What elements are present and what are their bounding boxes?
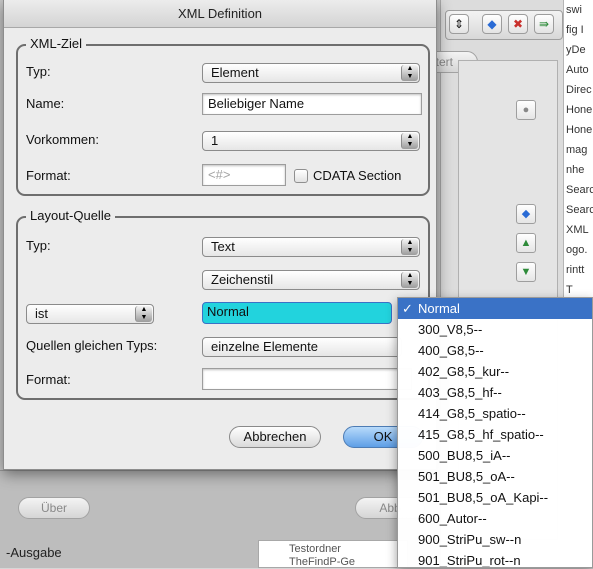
- popup-arrows-icon: ▲ ▼: [401, 133, 418, 149]
- dialog-title: XML Definition: [4, 0, 436, 28]
- dot-icon[interactable]: ●: [516, 100, 536, 120]
- menu-item-label: Normal: [418, 301, 460, 316]
- xml-ziel-title: XML-Ziel: [26, 36, 87, 51]
- menu-item-label: 400_G8,5--: [418, 343, 484, 358]
- cdata-label: CDATA Section: [313, 168, 402, 183]
- delete-icon[interactable]: ✖: [508, 14, 528, 34]
- menu-item-label: 300_V8,5--: [418, 322, 483, 337]
- forward-icon[interactable]: ⇛: [534, 14, 554, 34]
- condition-popup[interactable]: ist ▲ ▼: [26, 304, 154, 324]
- name-field[interactable]: Beliebiger Name: [202, 93, 422, 115]
- menu-item-label: 900_StriPu_sw--n: [418, 532, 522, 547]
- popup-arrows-icon: ▲ ▼: [401, 65, 418, 81]
- menu-item-label: 501_BU8,5_oA_Kapi--: [418, 490, 549, 505]
- menu-item[interactable]: 500_BU8,5_iA--: [398, 445, 592, 466]
- typ-label: Typ:: [26, 64, 51, 79]
- menu-item[interactable]: 600_Autor--: [398, 508, 592, 529]
- background-list: swi fig IyDe Auto Direc Hone Hone mag nhe Searc S…: [563, 0, 593, 300]
- menu-item-label: 403_G8,5_hf--: [418, 385, 502, 400]
- quellen-label: Quellen gleichen Typs:: [26, 338, 158, 353]
- folder-list: Testordner TheFindP-Ge: [258, 540, 408, 568]
- list-item[interactable]: Searc: [564, 200, 593, 220]
- name-label: Name:: [26, 96, 65, 111]
- condition-value: ist: [35, 306, 48, 321]
- list-item[interactable]: Auto: [564, 60, 593, 80]
- format-label: Format:: [26, 168, 71, 183]
- list-item[interactable]: fig I: [564, 20, 593, 40]
- style-field-selected[interactable]: Normal: [202, 302, 392, 324]
- list-item[interactable]: swi: [564, 0, 593, 20]
- vorkommen-value: 1: [211, 133, 219, 148]
- format-field[interactable]: <#>: [202, 164, 286, 186]
- typ-label: Typ:: [26, 238, 51, 253]
- popup-arrows-icon: ▲ ▼: [401, 239, 418, 255]
- layout-quelle-title: Layout-Quelle: [26, 208, 115, 223]
- layout-quelle-group: Layout-Quelle Typ: Text ▲ ▼ Zeichenstil ▲…: [16, 208, 430, 400]
- arrow-down-icon[interactable]: ▼: [516, 262, 536, 282]
- checkmark-icon: ✓: [402, 301, 413, 316]
- zeichenstil-popup[interactable]: Zeichenstil ▲ ▼: [202, 270, 420, 290]
- list-item[interactable]: yDe: [564, 40, 593, 60]
- menu-item[interactable]: 901_StriPu_rot--n: [398, 550, 592, 568]
- move-diamond-icon[interactable]: ◆: [516, 204, 536, 224]
- source-typ-value: Text: [211, 239, 235, 254]
- xml-ziel-group: XML-Ziel Typ: Element ▲ ▼ Name: Beliebige…: [16, 36, 430, 196]
- arrow-up-icon[interactable]: ▲: [516, 233, 536, 253]
- menu-item[interactable]: 501_BU8,5_oA_Kapi--: [398, 487, 592, 508]
- cancel-button[interactable]: Abbrechen: [229, 426, 321, 448]
- zeichenstil-value: Zeichenstil: [211, 272, 274, 287]
- typ-popup[interactable]: Element ▲ ▼: [202, 63, 420, 83]
- menu-item[interactable]: 402_G8,5_kur--: [398, 361, 592, 382]
- folder-label-2[interactable]: TheFindP-Ge: [289, 556, 403, 569]
- list-item[interactable]: mag: [564, 140, 593, 160]
- menu-item[interactable]: 414_G8,5_spatio--: [398, 403, 592, 424]
- quellen-value: einzelne Elemente: [211, 339, 318, 354]
- style-dropdown-menu: ✓ Normal 300_V8,5-- 400_G8,5-- 402_G8,5_kur-…: [397, 297, 593, 568]
- menu-item-label: 402_G8,5_kur--: [418, 364, 510, 379]
- folder-label[interactable]: Testordner: [289, 543, 403, 556]
- chevron-icon[interactable]: ⇕: [449, 14, 469, 34]
- popup-arrows-icon: ▲ ▼: [401, 272, 418, 288]
- menu-item[interactable]: 415_G8,5_hf_spatio--: [398, 424, 592, 445]
- popup-arrows-icon: ▲ ▼: [135, 306, 152, 322]
- style-value: Normal: [207, 304, 249, 319]
- list-item[interactable]: rintt: [564, 260, 593, 280]
- menu-item[interactable]: ✓ Normal: [398, 298, 592, 319]
- list-item[interactable]: Hone: [564, 120, 593, 140]
- menu-item[interactable]: 400_G8,5--: [398, 340, 592, 361]
- menu-item[interactable]: 900_StriPu_sw--n: [398, 529, 592, 550]
- list-item[interactable]: Searc: [564, 180, 593, 200]
- menu-item-label: 500_BU8,5_iA--: [418, 448, 511, 463]
- xml-definition-dialog: XML Definition XML-Ziel Typ: Element ▲ ▼ …: [3, 0, 437, 470]
- format-label: Format:: [26, 372, 71, 387]
- menu-item[interactable]: 300_V8,5--: [398, 319, 592, 340]
- vorkommen-popup[interactable]: 1 ▲ ▼: [202, 131, 420, 151]
- list-item[interactable]: nhe: [564, 160, 593, 180]
- typ-value: Element: [211, 65, 259, 80]
- menu-item-label: 414_G8,5_spatio--: [418, 406, 526, 421]
- source-format-field[interactable]: [202, 368, 412, 390]
- list-item[interactable]: Direc: [564, 80, 593, 100]
- list-item[interactable]: XML: [564, 220, 593, 240]
- quellen-popup[interactable]: einzelne Elemente: [202, 337, 402, 357]
- vorkommen-label: Vorkommen:: [26, 132, 99, 147]
- menu-item-label: 501_BU8,5_oA--: [418, 469, 515, 484]
- ausgabe-label: -Ausgabe: [6, 545, 62, 560]
- source-typ-popup[interactable]: Text ▲ ▼: [202, 237, 420, 257]
- add-icon[interactable]: ◆: [482, 14, 502, 34]
- menu-item[interactable]: 501_BU8,5_oA--: [398, 466, 592, 487]
- menu-item-label: 600_Autor--: [418, 511, 487, 526]
- menu-item-label: 415_G8,5_hf_spatio--: [418, 427, 544, 442]
- menu-item-label: 901_StriPu_rot--n: [418, 553, 521, 568]
- ueber-button: Über: [18, 497, 90, 519]
- list-item[interactable]: ogo.: [564, 240, 593, 260]
- list-item[interactable]: Hone: [564, 100, 593, 120]
- cdata-checkbox[interactable]: [294, 169, 308, 183]
- menu-item[interactable]: 403_G8,5_hf--: [398, 382, 592, 403]
